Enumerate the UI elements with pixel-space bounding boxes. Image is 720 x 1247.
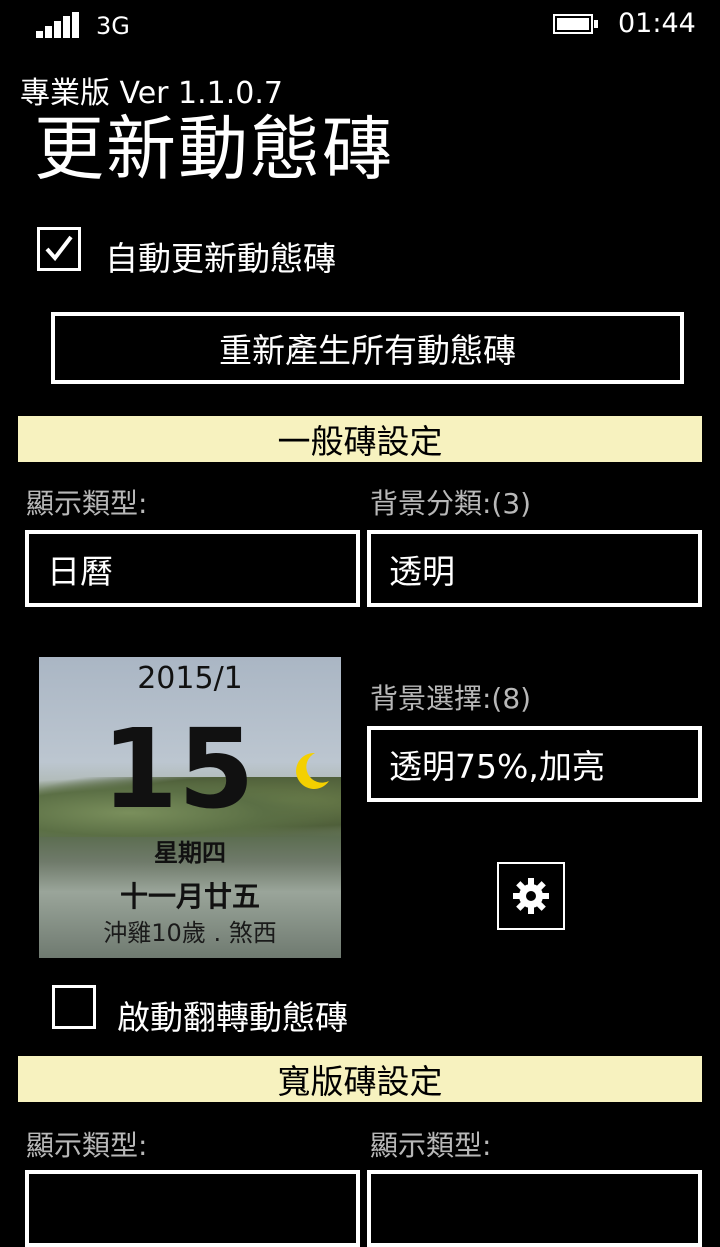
flip-tile-label: 啟動翻轉動態磚 [117,998,348,1037]
status-time: 01:44 [618,8,696,39]
regenerate-tiles-button[interactable]: 重新產生所有動態磚 [51,312,684,384]
wide-display-type-select-2[interactable] [367,1170,702,1247]
wide-display-type-label: 顯示類型: [26,1129,148,1162]
auto-update-checkbox[interactable] [37,227,81,271]
tile-day: 15 [101,705,255,833]
display-type-label: 顯示類型: [26,487,148,520]
wide-tile-settings-header: 寬版磚設定 [18,1056,702,1102]
background-select[interactable]: 透明75%,加亮 [367,726,702,802]
background-select-label: 背景選擇:(8) [370,682,532,715]
background-category-label: 背景分類:(3) [370,487,532,520]
page-title: 更新動態磚 [34,108,394,190]
display-type-select[interactable]: 日曆 [25,530,360,607]
wide-display-type-select[interactable] [25,1170,360,1247]
tile-extra-info: 沖雞10歲 . 煞西 [103,919,277,947]
tile-preview: 2015/1 15 星期四 十一月廿五 沖雞10歲 . 煞西 [39,657,341,958]
tile-lunar-date: 十一月廿五 [119,880,260,913]
wide-display-type-label-2: 顯示類型: [370,1129,492,1162]
signal-strength-icon [36,12,80,38]
crescent-moon-icon [296,752,329,789]
tile-settings-button[interactable] [497,862,565,930]
general-tile-settings-header: 一般磚設定 [18,416,702,462]
auto-update-label: 自動更新動態磚 [105,239,336,278]
check-mark-icon [45,235,73,262]
background-category-select[interactable]: 透明 [367,530,702,607]
gear-icon [513,878,549,914]
flip-tile-checkbox[interactable] [52,985,96,1029]
battery-icon [553,14,598,34]
tile-weekday: 星期四 [154,839,226,867]
tile-year-month: 2015/1 [137,661,243,696]
network-type: 3G [96,12,130,40]
